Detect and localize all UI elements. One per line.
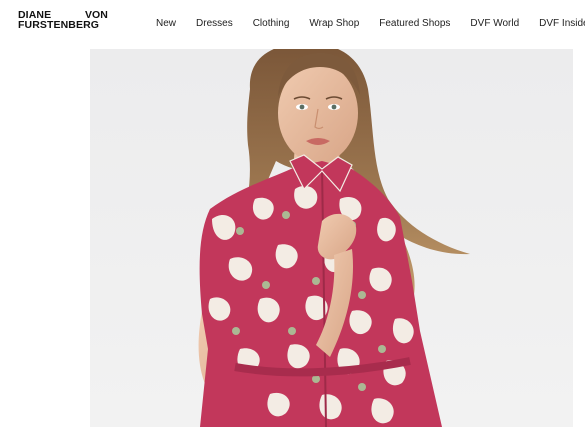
nav-item-dvf-world[interactable]: DVF World	[470, 18, 519, 29]
brand-logo[interactable]: DIANE VON FURSTENBERG	[18, 10, 108, 31]
nav-item-featured-shops[interactable]: Featured Shops	[379, 18, 450, 29]
hero-model-image	[90, 49, 573, 427]
logo-line-2: FURSTENBERG	[18, 18, 108, 31]
site-header: DIANE VON FURSTENBERG New Dresses Clothi…	[0, 0, 585, 48]
nav-item-new[interactable]: New	[156, 18, 176, 29]
nav-item-dresses[interactable]: Dresses	[196, 18, 233, 29]
nav-item-wrap-shop[interactable]: Wrap Shop	[309, 18, 359, 29]
nav-item-dvf-insider[interactable]: DVF Insider	[539, 18, 585, 29]
main-nav: New Dresses Clothing Wrap Shop Featured …	[156, 18, 585, 29]
hero-banner[interactable]	[90, 49, 573, 427]
nav-item-clothing[interactable]: Clothing	[253, 18, 290, 29]
logo-word-furstenberg: FURSTENBERG	[18, 18, 100, 31]
page: DIANE VON FURSTENBERG New Dresses Clothi…	[0, 0, 585, 427]
